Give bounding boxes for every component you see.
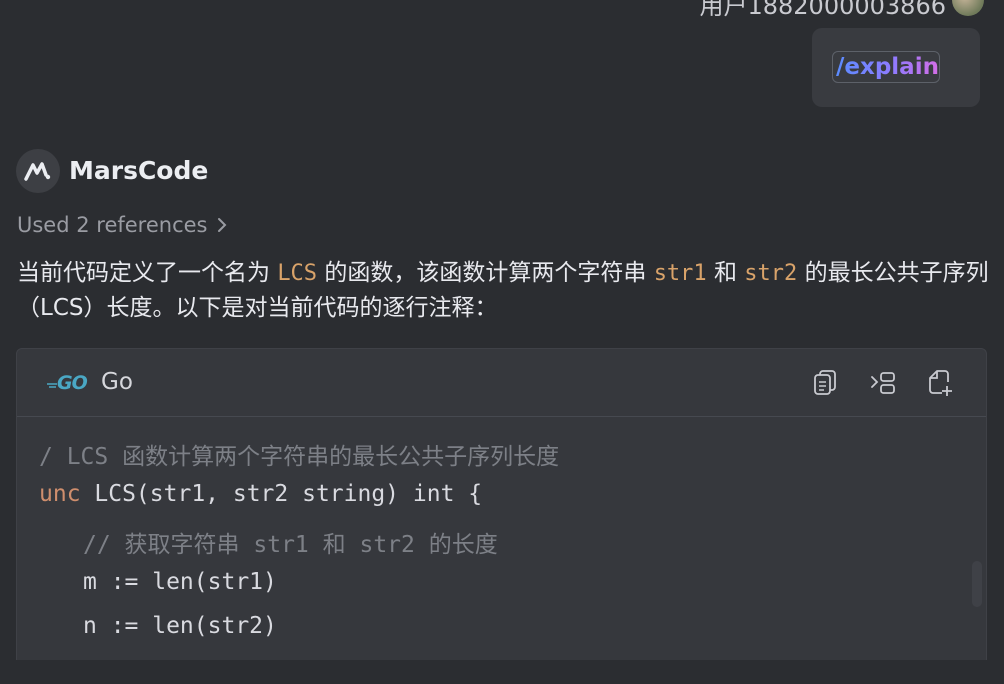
user-name-line: 用户1882000003866 bbox=[699, 0, 946, 20]
answer-part: 和 bbox=[713, 260, 737, 286]
insert-code-button[interactable] bbox=[869, 369, 897, 397]
code-line: m := len(str1) bbox=[83, 569, 277, 595]
inline-code-str2: str2 bbox=[744, 261, 798, 286]
code-language-label: Go bbox=[101, 369, 133, 395]
answer-text: 当前代码定义了一个名为 LCS 的函数，该函数计算两个字符串 str1 和 st… bbox=[17, 256, 992, 325]
code-line: n := len(str2) bbox=[83, 613, 277, 639]
references-label: Used 2 references bbox=[17, 213, 208, 237]
copy-code-button[interactable] bbox=[811, 369, 839, 397]
inline-code-lcs: LCS bbox=[277, 261, 318, 286]
answer-part: 当前代码定义了一个名为 bbox=[17, 260, 270, 286]
explain-command-label: /explain bbox=[836, 54, 939, 80]
new-file-icon bbox=[929, 370, 952, 396]
bot-name: MarsCode bbox=[69, 156, 209, 185]
code-block: GO Go / LCS 函数计算两个字符串的最长公共子序列长度 unc LCS(… bbox=[16, 348, 987, 670]
code-line: unc LCS(str1, str2 string) int { bbox=[39, 481, 482, 507]
code-text: LCS(str1, str2 string) int { bbox=[80, 481, 483, 507]
code-body: / LCS 函数计算两个字符串的最长公共子序列长度 unc LCS(str1, … bbox=[17, 417, 986, 669]
bottom-divider bbox=[0, 660, 1004, 684]
user-avatar bbox=[952, 0, 984, 16]
code-block-header: GO Go bbox=[17, 349, 986, 417]
inline-code-str1: str1 bbox=[653, 261, 707, 286]
code-keyword: unc bbox=[39, 481, 81, 507]
copy-icon bbox=[814, 370, 836, 395]
marscode-logo-icon bbox=[16, 149, 60, 193]
answer-part: 的函数，该函数计算两个字符串 bbox=[324, 260, 647, 286]
code-line: // 获取字符串 str1 和 str2 的长度 bbox=[83, 532, 498, 558]
user-message-bubble: /explain bbox=[812, 28, 980, 107]
chevron-right-icon bbox=[217, 218, 226, 232]
code-line: / LCS 函数计算两个字符串的最长公共子序列长度 bbox=[39, 444, 560, 470]
references-toggle[interactable]: Used 2 references bbox=[17, 213, 228, 237]
insert-icon bbox=[871, 372, 895, 394]
code-scrollbar[interactable] bbox=[972, 561, 982, 607]
go-logo-text: GO bbox=[57, 372, 88, 394]
new-file-button[interactable] bbox=[927, 369, 955, 397]
